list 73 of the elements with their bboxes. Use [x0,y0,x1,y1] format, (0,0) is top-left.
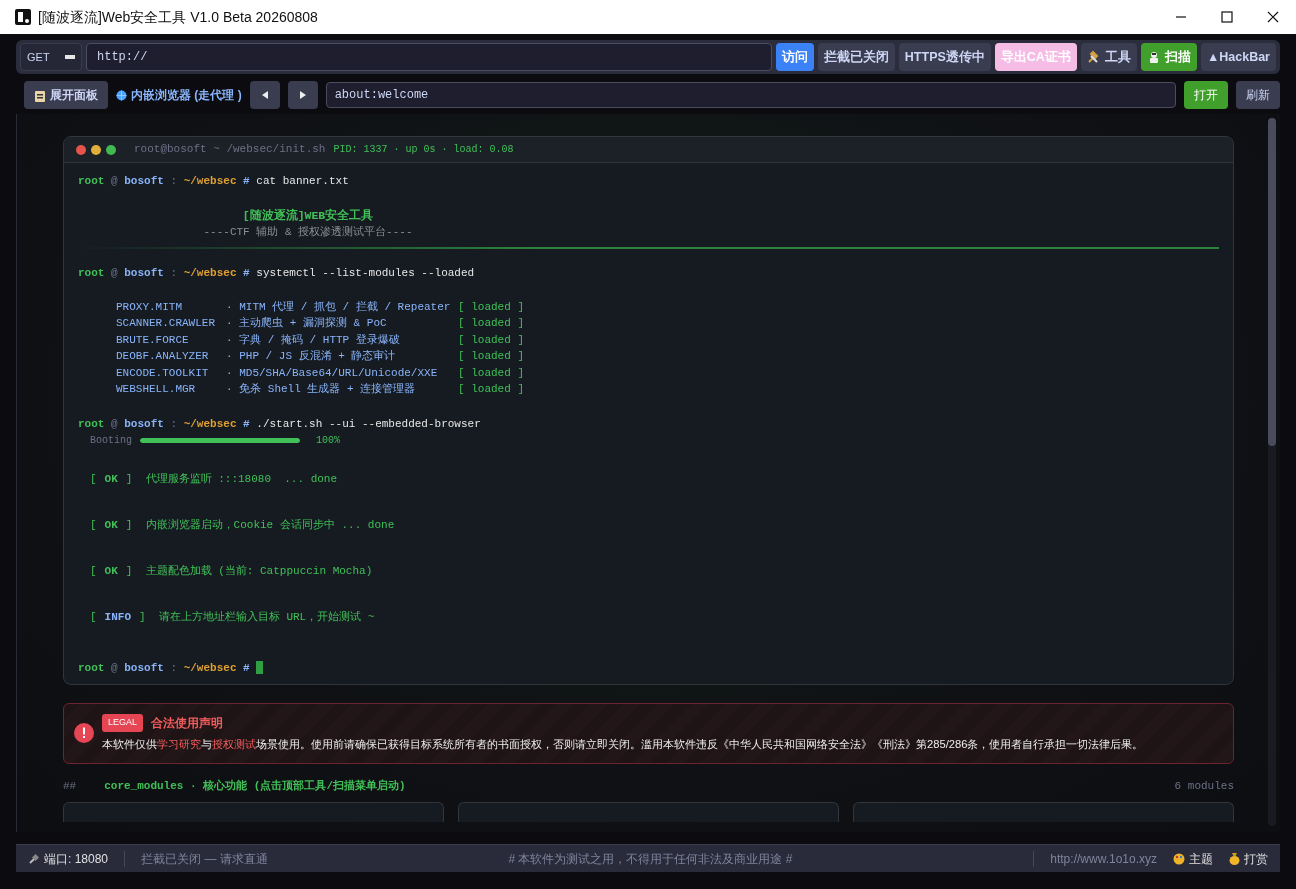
expand-panel-button[interactable]: 展开面板 [24,81,108,109]
module-description: · MITM 代理 / 抓包 / 拦截 / Repeater [226,299,452,315]
module-name: ENCODE.TOOLKIT [116,365,210,381]
back-icon [261,91,268,99]
port-status: 端口: 18080 [28,849,109,868]
status-line: [ OK ] 内嵌浏览器启动，Cookie 会话同步中 ... done [90,517,395,533]
dropdown-icon [65,54,75,60]
website-link[interactable]: http://www.1o1o.xyz [1050,849,1157,868]
forward-icon [299,91,306,99]
window-title: [随波逐流]Web安全工具 V1.0 Beta 20260808 [38,7,319,27]
module-name: SCANNER.CRAWLER [116,316,217,332]
module-status: [ loaded ] [458,365,524,381]
module-description: · 免杀 Shell 生成器 + 连接管理器 [226,382,417,398]
module-description: · PHP / JS 反混淆 + 静态审计 [226,349,397,365]
globe-icon [116,89,127,101]
module-name: DEOBF.ANALYZER [116,349,210,365]
module-status: [ loaded ] [458,332,524,348]
notice-title: 合法使用声明 [151,714,224,732]
warning-icon [74,723,94,744]
module-status: [ loaded ] [458,349,524,365]
scrollbar[interactable] [1268,118,1276,826]
module-name: WEBSHELL.MGR [116,382,197,398]
module-name: BRUTE.FORCE [116,332,190,348]
toolbar-button[interactable]: 工具 [1080,43,1137,71]
back-button[interactable] [249,81,280,109]
module-description: · MD5/SHA/Base64/URL/Unicode/XXE [226,365,439,381]
url-field[interactable]: http:// [86,43,772,71]
banner-title: [随波逐流]WEB安全工具 [242,207,374,224]
window-controls-icon [76,144,118,155]
status-line: [ OK ] 主题配色加载 (当前: Catppuccin Mocha) [90,563,373,579]
money-bag-icon [1229,852,1240,865]
proxy-label: 内嵌浏览器 (走代理 ) [116,86,242,104]
module-description: · 字典 / 掩码 / HTTP 登录爆破 [226,332,401,348]
progress-reading: 100% [316,434,341,449]
terminal-stats: PID: 1337 · up 0s · load: 0.08 [333,143,514,157]
theme-button[interactable]: 主题 [1173,849,1213,868]
palette-icon [1173,852,1185,865]
close-icon[interactable] [1267,11,1279,23]
module-status: [ loaded ] [458,382,524,398]
tools-icon [1086,50,1101,64]
toolbar-button[interactable]: 拦截已关闭 [817,43,895,71]
notice-text: 本软件仅供学习研究与授权测试场景使用。使用前请确保已获得目标系统所有者的书面授权，否则请立即关闭。滥用本软件违反《中华人民共和国网络安全法》《刑法》第285/286条，使用者自行承担一切法律后果。 [102,736,1144,752]
footer-notice: # 本软件为测试之用，不得用于任何非法及商业用途 # [507,850,794,868]
section-marker: ## [63,778,77,794]
module-description: · 主动爬虫 + 漏洞探测 & PoC [226,316,388,332]
plug-icon [28,852,40,865]
status-line: [ OK ] 代理服务监听 :::18080 ... done [90,471,338,487]
terminal-title: root@bosoft ~ /websec/init.sh [134,142,326,158]
intercept-status: 拦截已关闭 — 请求直通 [141,850,268,868]
prompt-line: root @ bosoft : ~/websec # systemctl --list-modules --loaded [78,265,475,281]
toolbar-button[interactable]: ▲HackBar [1200,43,1276,71]
module-status: [ loaded ] [458,299,524,315]
clipboard-icon [34,88,46,102]
donate-button[interactable]: 打赏 [1229,849,1268,868]
legal-tag: LEGAL [102,714,144,732]
banner-subtitle: ----CTF 辅助 & 授权渗透测试平台---- [203,225,413,241]
module-count: 6 modules [1174,778,1234,794]
module-name: PROXY.MITM [116,299,183,315]
maximize-icon[interactable] [1221,11,1233,23]
progress-label: Booting [90,434,132,449]
module-status: [ loaded ] [458,316,524,332]
address-field[interactable]: about:welcome [325,82,1176,108]
prompt-line: root @ bosoft : ~/websec # [78,660,250,676]
refresh-button[interactable]: 刷新 [1236,81,1280,109]
toolbar-button[interactable]: 访问 [775,43,814,71]
method-dropdown[interactable]: GET [20,43,82,71]
status-line: [ INFO ] 请在上方地址栏输入目标 URL，开始测试 ~ [90,609,375,625]
forward-button[interactable] [287,81,318,109]
app-logo-icon [14,8,32,26]
section-title: core_modules · 核心功能 (点击顶部工具/扫描菜单启动) [104,778,407,794]
prompt-line: root @ bosoft : ~/websec # cat banner.txt [78,174,349,189]
toolbar-button[interactable]: HTTPS透传中 [898,43,991,71]
prompt-line: root @ bosoft : ~/websec # ./start.sh --ui --embedded-browser [78,416,481,432]
